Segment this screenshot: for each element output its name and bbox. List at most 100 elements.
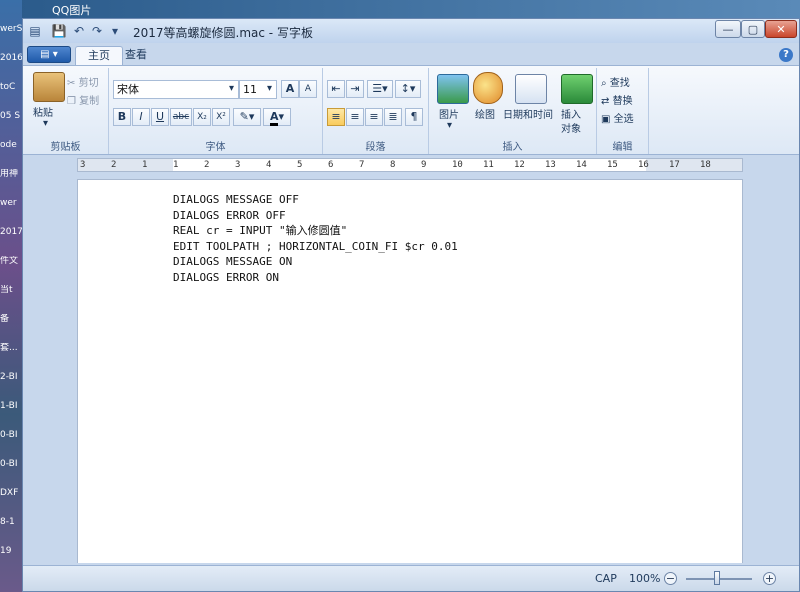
app-menu-button[interactable]: ▤ ▾ [27,46,71,63]
zoom-out-button[interactable]: − [664,572,677,585]
bold-button[interactable]: B [113,108,131,126]
font-family-dropdown-icon[interactable]: ▾ [229,83,234,94]
document-line[interactable]: DIALOGS ERROR OFF [173,208,458,224]
desktop-shortcut-label[interactable]: werSh [0,24,22,35]
document-line[interactable]: DIALOGS ERROR ON [173,270,458,286]
picture-icon[interactable] [437,74,469,104]
tab-view[interactable]: 查看 [113,46,159,65]
datetime-button[interactable]: 日期和时间 [503,106,553,121]
desktop-shortcut-label[interactable]: 套... [0,343,22,354]
replace-icon: ⇄ [601,96,610,107]
font-group-label: 字体 [205,142,226,153]
maximize-button[interactable]: ▢ [741,20,765,38]
select-all-button[interactable]: ▣ 全选 [601,110,634,125]
paste-button[interactable]: 粘贴 [33,104,53,119]
desktop-shortcut-label[interactable]: toC [0,82,22,93]
italic-button[interactable]: I [132,108,150,126]
undo-icon[interactable]: ↶ [71,23,87,39]
desktop-shortcut-label[interactable]: 当t [0,285,22,296]
font-size-dropdown-icon[interactable]: ▾ [267,83,272,94]
ruler-tick-label: 5 [297,160,303,170]
decrease-indent-icon[interactable]: ⇤ [327,80,345,98]
desktop-shortcut-label[interactable]: wer [0,198,22,209]
align-right-icon[interactable]: ≡ [365,108,383,126]
ruler[interactable]: 3 2 1 1 2 3 4 5 6 7 8 9 10 11 12 13 14 15 16 17 18 [77,158,743,172]
ruler-tick-label: 2 [111,160,117,170]
ruler-tick-label: 15 [607,160,618,170]
underline-button[interactable]: U [151,108,169,126]
desktop-shortcut-label[interactable]: 2017 [0,227,22,238]
desktop-shortcut-label[interactable]: 2016 [0,53,22,64]
desktop-shortcut-label[interactable]: 用神 [0,169,22,180]
close-button[interactable]: ✕ [765,20,797,38]
paragraph-settings-icon[interactable]: ¶ [405,108,423,126]
subscript-button[interactable]: X₂ [193,108,211,126]
ruler-tick-label: 9 [421,160,427,170]
desktop-shortcut-label[interactable]: 19 [0,546,22,557]
desktop-shortcut-label[interactable]: 0-BI [0,430,22,441]
insert-object-button-line2[interactable]: 对象 [561,120,581,135]
copy-label: 复制 [79,96,100,107]
desktop-shortcut-label[interactable]: 件文 [0,256,22,267]
align-left-icon[interactable]: ≡ [327,108,345,126]
desktop-shortcut-label[interactable]: 8-1 [0,517,22,528]
cut-button[interactable]: ✂ 剪切 [67,74,99,89]
font-family-select[interactable]: 宋体 [113,80,239,99]
minimize-button[interactable]: — [715,20,741,38]
zoom-in-button[interactable]: + [763,572,776,585]
ruler-tick-label: 10 [452,160,463,170]
desktop-shortcut-label[interactable]: ode [0,140,22,151]
customize-quick-access-icon[interactable]: ▾ [107,23,123,39]
justify-icon[interactable]: ≣ [384,108,402,126]
app-icon[interactable]: ▤ [27,23,43,39]
document-text[interactable]: DIALOGS MESSAGE OFF DIALOGS ERROR OFF REAL… [173,192,458,285]
help-icon[interactable]: ? [779,48,793,62]
desktop-shortcut-label[interactable]: DXF [0,488,22,499]
ruler-tick-label: 3 [235,160,241,170]
paste-icon[interactable] [33,72,65,102]
desktop-shortcut-label[interactable]: 05 S [0,111,22,122]
find-button[interactable]: ⌕ 查找 [601,74,630,89]
ruler-tick-label: 13 [545,160,556,170]
replace-button[interactable]: ⇄ 替换 [601,92,633,107]
paint-button[interactable]: 绘图 [475,106,495,121]
highlight-color-button[interactable]: ✎▾ [233,108,261,126]
clipboard-group-label: 剪贴板 [50,142,81,153]
ruler-tick-label: 4 [266,160,272,170]
text-color-button[interactable]: A▾ [263,108,291,126]
redo-icon[interactable]: ↷ [89,23,105,39]
ruler-tick-label: 12 [514,160,525,170]
desktop-shortcut-label[interactable]: 备 [0,314,22,325]
insert-object-button-line1[interactable]: 插入 [561,106,581,121]
insert-object-icon[interactable] [561,74,593,104]
document-line[interactable]: EDIT TOOLPATH ; HORIZONTAL_COIN_FI $cr 0… [173,239,458,255]
desktop-top-strip: QQ图片 [0,0,800,18]
select-all-label: 全选 [613,114,634,125]
picture-button[interactable]: 图片 [439,106,459,121]
document-line[interactable]: DIALOGS MESSAGE OFF [173,192,458,208]
paint-icon[interactable] [473,72,503,104]
paste-dropdown-icon[interactable]: ▾ [43,118,48,129]
align-center-icon[interactable]: ≡ [346,108,364,126]
desktop-shortcut-label[interactable]: 2-BI [0,372,22,383]
document-page[interactable]: DIALOGS MESSAGE OFF DIALOGS ERROR OFF REAL… [77,179,743,563]
line-spacing-icon[interactable]: ↕▾ [395,80,421,98]
superscript-button[interactable]: X² [212,108,230,126]
ribbon-tabs: ▤ ▾ 主页 查看 ? [23,43,799,65]
grow-font-button[interactable]: A [281,80,299,98]
zoom-slider-thumb[interactable] [714,571,720,585]
strikethrough-button[interactable]: abc [170,108,192,126]
shrink-font-button[interactable]: A [299,80,317,98]
insert-group-label: 插入 [502,142,523,153]
bullet-list-icon[interactable]: ☰▾ [367,80,393,98]
save-icon[interactable]: 💾 [51,23,67,39]
copy-button[interactable]: ❐ 复制 [67,92,99,107]
document-line[interactable]: DIALOGS MESSAGE ON [173,254,458,270]
desktop-shortcut-label[interactable]: 0-BI [0,459,22,470]
increase-indent-icon[interactable]: ⇥ [346,80,364,98]
calendar-clock-icon[interactable] [515,74,547,104]
document-scroll-area[interactable]: DIALOGS MESSAGE OFF DIALOGS ERROR OFF REAL… [23,177,799,563]
document-line[interactable]: REAL cr = INPUT "输入修圆值" [173,223,458,239]
picture-dropdown-icon[interactable]: ▾ [447,120,452,131]
desktop-shortcut-label[interactable]: 1-BI [0,401,22,412]
